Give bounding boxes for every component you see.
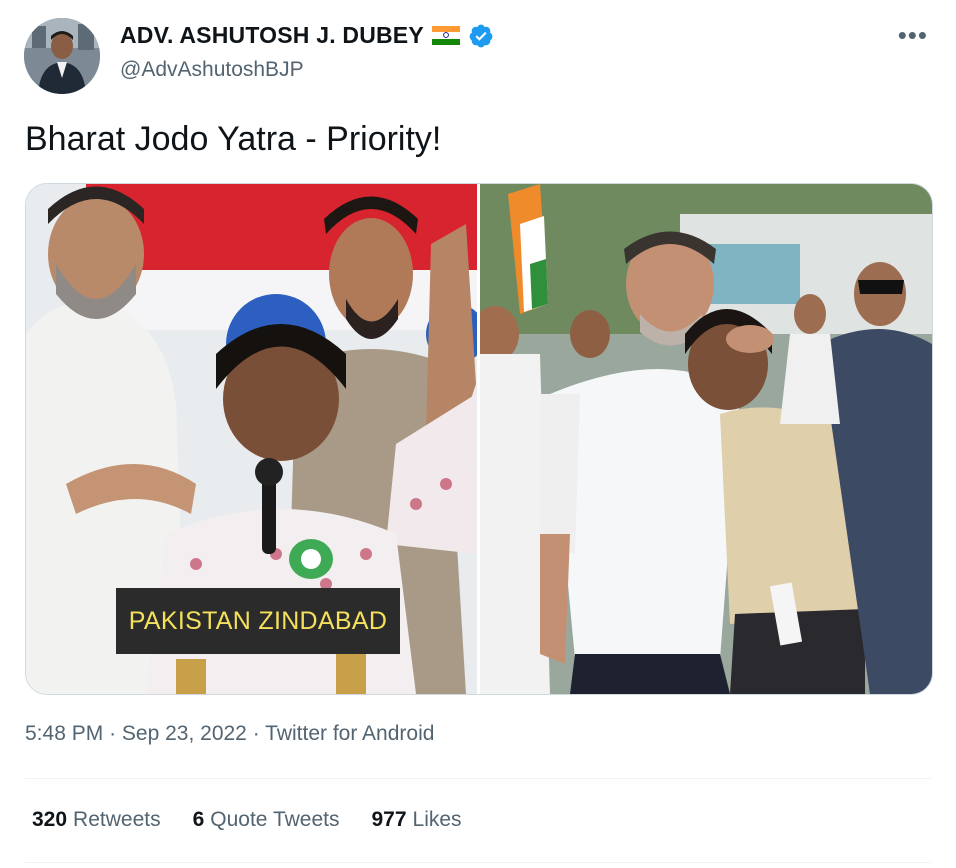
meta-dot: · xyxy=(252,722,260,745)
tweet-meta: 5:48 PM · Sep 23, 2022 · Twitter for And… xyxy=(25,722,434,746)
retweets-label: Retweets xyxy=(73,808,161,831)
meta-dot: · xyxy=(109,722,117,745)
tweet-date: Sep 23, 2022 xyxy=(121,722,247,745)
author-avatar[interactable] xyxy=(24,18,100,94)
media-caption-text: PAKISTAN ZINDABAD xyxy=(128,606,388,635)
tweet-stats: 320 Retweets 6 Quote Tweets 977 Likes xyxy=(32,808,462,832)
tweet-text: Bharat Jodo Yatra - Priority! xyxy=(25,120,442,158)
likes-count: 977 xyxy=(371,808,407,831)
more-options-button[interactable]: ••• xyxy=(898,22,928,48)
tweet-media[interactable]: PAKISTAN ZINDABAD xyxy=(25,183,933,695)
likes-stat[interactable]: 977 Likes xyxy=(371,808,461,832)
divider xyxy=(25,862,931,863)
likes-label: Likes xyxy=(412,808,462,831)
india-flag-icon xyxy=(431,26,460,45)
quote-tweets-count: 6 xyxy=(192,808,205,831)
author-handle[interactable]: @AdvAshutoshBJP xyxy=(120,58,304,82)
quote-tweets-label: Quote Tweets xyxy=(210,808,340,831)
retweets-count: 320 xyxy=(32,808,68,831)
author-name-row[interactable]: ADV. ASHUTOSH J. DUBEY xyxy=(120,22,494,49)
media-image-right[interactable] xyxy=(480,184,932,694)
tweet-source-link[interactable]: Twitter for Android xyxy=(265,722,434,745)
tweet-time: 5:48 PM xyxy=(25,722,104,745)
divider xyxy=(25,778,931,779)
verified-badge-icon xyxy=(468,23,494,49)
author-display-name[interactable]: ADV. ASHUTOSH J. DUBEY xyxy=(120,22,424,49)
media-image-left[interactable]: PAKISTAN ZINDABAD xyxy=(26,184,477,694)
media-caption-box: PAKISTAN ZINDABAD xyxy=(116,588,400,654)
quote-tweets-stat[interactable]: 6 Quote Tweets xyxy=(193,808,340,832)
tweet-time-link[interactable]: 5:48 PM · Sep 23, 2022 xyxy=(25,722,247,745)
retweets-stat[interactable]: 320 Retweets xyxy=(32,808,161,832)
